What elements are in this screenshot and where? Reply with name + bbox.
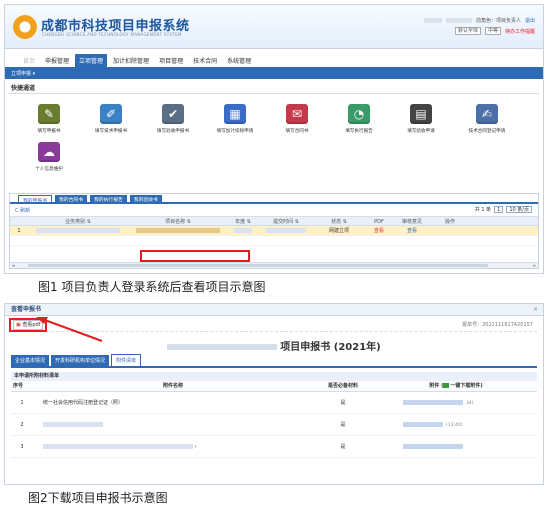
download-all-link[interactable]: 一键下载附件 xyxy=(450,383,480,389)
quick-item[interactable]: ✉ 填写合同书 xyxy=(267,104,327,134)
role-label: 前角色：项目负责人 xyxy=(475,18,521,24)
nav-deduction[interactable]: 加计扣除管理 xyxy=(109,54,153,67)
download-icon[interactable] xyxy=(443,383,450,388)
quick-item[interactable]: ✍ 技术合同登记申请 xyxy=(457,104,517,134)
nav-project[interactable]: 项目管理 xyxy=(155,54,187,67)
highlight-box-project-name xyxy=(140,250,250,262)
contract-icon: ✉ xyxy=(286,104,308,124)
pagination: 共 1 条 1 10 条/页 xyxy=(475,206,532,213)
dialog-tabs: 企业基本情况 开发科研机构单位情况 附件清单 xyxy=(11,354,537,368)
table-row[interactable]: 1 网建立项 查看 查看 xyxy=(10,226,538,236)
system-subtitle: CHENGDU SCIENCE AND TECHNOLOGY MANAGEMEN… xyxy=(42,32,182,37)
project-title-redacted xyxy=(167,344,278,350)
quick-item[interactable]: ☁ 个人信息维护 xyxy=(19,142,79,172)
table-row: 3 › 是 xyxy=(11,436,537,458)
check-document-icon: ✔ xyxy=(162,104,184,124)
per-page-select[interactable]: 10 条/页 xyxy=(506,206,532,213)
page-number[interactable]: 1 xyxy=(494,206,504,213)
row-index: 1 xyxy=(17,228,21,234)
materials-list-title: 本申请所附材料清单 xyxy=(11,372,537,381)
notebook-icon: ▤ xyxy=(410,104,432,124)
nav-home[interactable]: 首页 xyxy=(19,54,39,67)
tab-my-contracts[interactable]: 我的合同书 xyxy=(55,195,87,203)
close-icon[interactable]: × xyxy=(533,304,538,316)
profile-icon: ☁ xyxy=(38,142,60,162)
pdf-view-link[interactable]: 查看 xyxy=(364,226,394,236)
dialog-title: 查看申报书 xyxy=(11,306,42,313)
status-cell: 网建立项 xyxy=(328,228,349,234)
tab-enterprise-info[interactable]: 企业基本情况 xyxy=(11,355,50,366)
font-style-select[interactable]: 默认字体 xyxy=(454,27,481,35)
pending-reminder[interactable]: 待办工作提醒 xyxy=(505,28,535,35)
tab-my-applications[interactable]: 我的申报书 xyxy=(18,195,52,204)
sub-nav[interactable]: 立项申报 ▾ xyxy=(5,69,543,79)
report-icon: ◔ xyxy=(348,104,370,124)
quick-item[interactable]: ✔ 填写验收申报书 xyxy=(143,104,203,134)
list-toolbar: C 刷新 共 1 条 1 10 条/页 xyxy=(10,204,538,216)
header-bar: 成都市科技项目申报系统 CHENGDU SCIENCE AND TECHNOLO… xyxy=(5,5,543,49)
edit-form-icon: ✐ xyxy=(100,104,122,124)
system-window: 成都市科技项目申报系统 CHENGDU SCIENCE AND TECHNOLO… xyxy=(4,4,544,274)
register-icon: ✍ xyxy=(476,104,498,124)
project-list-panel: 我的申报书 我的合同书 我的执行报告 我的验收书 C 刷新 共 1 条 1 10… xyxy=(9,193,539,269)
font-size-select[interactable]: 中等 xyxy=(484,27,501,35)
user-info: 前角色：项目负责人 退出 默认字体 中等 待办工作提醒 xyxy=(423,17,535,38)
attachments-table-header: 序号 附件名称 是否必备材料 附件 (一键下载附件) xyxy=(11,381,537,392)
quick-item[interactable]: ✎ 填写申报书 xyxy=(19,104,79,134)
logout-link[interactable]: 退出 xyxy=(525,17,535,24)
attachment-link[interactable]: 34) xyxy=(373,392,539,415)
attachment-link[interactable] xyxy=(373,436,539,458)
scroll-right-icon[interactable]: ▸ xyxy=(533,263,536,269)
horizontal-scrollbar[interactable]: ◂ ▸ xyxy=(10,262,538,269)
tab-my-reports[interactable]: 我的执行报告 xyxy=(90,195,127,203)
table-row xyxy=(10,236,538,246)
table-row: 2 是 (13:40) xyxy=(11,414,537,436)
tab-attachments[interactable]: 附件清单 xyxy=(111,354,142,366)
total-count: 共 1 条 xyxy=(474,207,492,213)
list-tabs: 我的申报书 我的合同书 我的执行报告 我的验收书 xyxy=(10,194,538,204)
opinion-view-link[interactable]: 查看 xyxy=(394,226,430,236)
quick-item[interactable]: ✐ 填写技术申报书 xyxy=(81,104,141,134)
nav-contract[interactable]: 技术合同 xyxy=(189,54,221,67)
figure-caption-2: 图2下载项目申报书示意图 xyxy=(28,491,168,505)
table-row: 1 统一社会信用代码注册登记证（照） 是 34) xyxy=(11,392,537,414)
system-logo-icon xyxy=(13,15,37,39)
quick-access-title: 快捷通道 xyxy=(9,84,539,94)
annotation-arrow-icon xyxy=(36,317,103,342)
tab-my-acceptance[interactable]: 我的验收书 xyxy=(129,195,162,203)
quick-access-grid: ✎ 填写申报书 ✐ 填写技术申报书 ✔ 填写验收申报书 ▦ 填写加计扣除申请 ✉… xyxy=(9,94,539,180)
tab-research-unit[interactable]: 开发科研机构单位情况 xyxy=(51,355,110,366)
calculator-icon: ▦ xyxy=(224,104,246,124)
scroll-left-icon[interactable]: ◂ xyxy=(12,263,15,269)
nav-apply[interactable]: 申报管理 xyxy=(41,54,73,67)
quick-item[interactable]: ◔ 填写执行报告 xyxy=(329,104,389,134)
project-name-cell[interactable] xyxy=(128,226,228,236)
table-header: 业务类别 ⇅ 项目名称 ⇅ 年度 ⇅ 提交时间 ⇅ 状态 ⇅ PDF 审核意见 … xyxy=(10,216,538,226)
nav-approval[interactable]: 立项管理 xyxy=(75,54,108,67)
serial-number: 报单号：2022111617420157 xyxy=(462,322,533,328)
scroll-thumb[interactable] xyxy=(28,264,488,267)
quick-item[interactable]: ▦ 填写加计扣除申请 xyxy=(205,104,265,134)
attachment-link[interactable]: (13:40) xyxy=(373,414,539,437)
nav-system[interactable]: 系统管理 xyxy=(223,54,255,67)
main-nav: 首页 申报管理 立项管理 加计扣除管理 项目管理 技术合同 系统管理 xyxy=(5,54,543,69)
username-redacted xyxy=(423,18,442,23)
figure-caption-1: 图1 项目负责人登录系统后查看项目示意图 xyxy=(38,280,266,294)
refresh-button[interactable]: C 刷新 xyxy=(15,207,30,214)
pen-document-icon: ✎ xyxy=(38,104,60,124)
quick-item[interactable]: ▤ 填写验收申请 xyxy=(391,104,451,134)
org-redacted xyxy=(445,18,472,23)
